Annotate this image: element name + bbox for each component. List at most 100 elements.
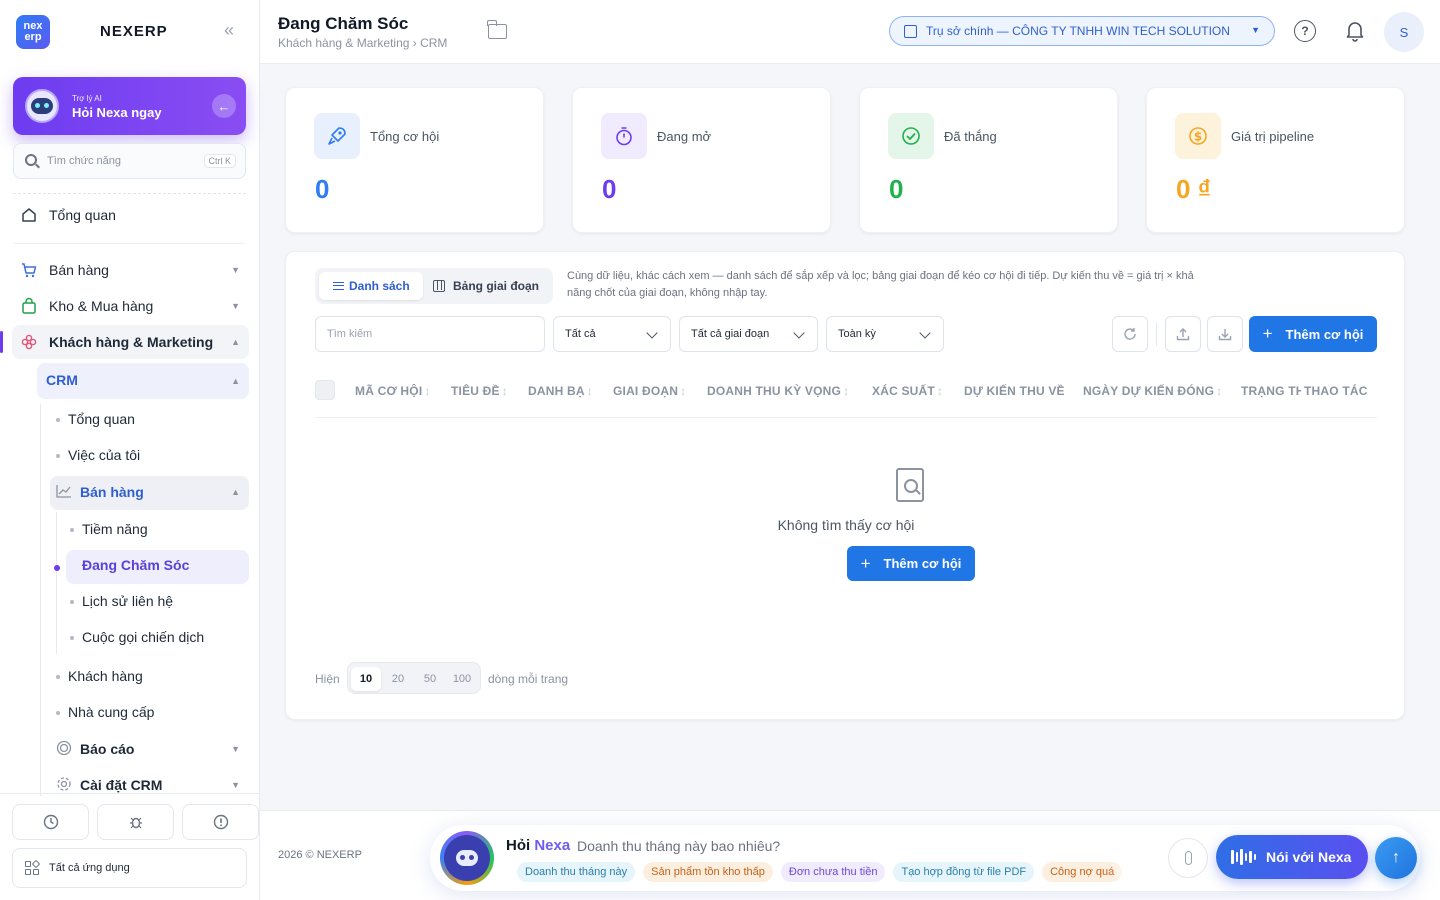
history-button[interactable] xyxy=(12,804,89,840)
arrow-left-icon[interactable]: ← xyxy=(212,94,236,118)
brand-name: NEXERP xyxy=(100,23,168,40)
column-header[interactable]: MÃ CƠ HỘI ↕ xyxy=(355,384,431,398)
search-placeholder: Tìm kiếm xyxy=(327,328,373,340)
sidebar-item-crm-settings[interactable]: Cài đặt CRM ▼ xyxy=(56,776,260,794)
add-opportunity-button[interactable]: + Thêm cơ hội xyxy=(1249,316,1377,352)
sidebar-item-suppliers[interactable]: Nhà cung cấp xyxy=(68,704,154,720)
column-header[interactable]: NGÀY DỰ KIẾN ĐÓNG ↕ xyxy=(1083,384,1222,398)
all-apps-button[interactable]: Tất cả ứng dụng xyxy=(12,848,247,888)
status-filter-select[interactable]: Tất cả xyxy=(553,316,671,352)
page-size-option[interactable]: 50 xyxy=(415,667,445,691)
column-header[interactable]: TIÊU ĐỀ ↕ xyxy=(451,384,508,398)
sidebar-item-reports[interactable]: Báo cáo ▼ xyxy=(56,740,260,758)
ai-assistant-label: Trợ lý AI xyxy=(72,94,102,103)
chevron-down-icon xyxy=(646,327,658,339)
page-size-option[interactable]: 100 xyxy=(447,667,477,691)
suggestion-chip[interactable]: Sản phẩm tồn kho thấp xyxy=(643,862,773,882)
attach-file-button[interactable] xyxy=(1168,838,1208,878)
column-header[interactable]: DOANH THU KỲ VỌNG ↕ xyxy=(707,384,849,398)
chips-fade xyxy=(1109,862,1149,884)
apps-grid-icon xyxy=(25,859,41,876)
stat-label: Đã thắng xyxy=(944,129,997,144)
sidebar-item-crm-overview[interactable]: Tổng quan xyxy=(68,411,135,427)
column-header[interactable]: GIAI ĐOẠN ↕ xyxy=(613,384,686,398)
report-issue-button[interactable] xyxy=(182,804,259,840)
suggestion-chip[interactable]: Doanh thu tháng này xyxy=(517,862,636,882)
voice-wave-icon xyxy=(1231,849,1256,865)
stat-card-won: Đã thắng 0 xyxy=(859,87,1118,233)
import-button[interactable] xyxy=(1165,316,1201,352)
talk-to-nexa-label: Nói với Nexa xyxy=(1266,849,1352,865)
column-header[interactable]: TRẠNG THÁI xyxy=(1241,384,1301,398)
company-selector[interactable]: Trụ sở chính — CÔNG TY TNHH WIN TECH SOL… xyxy=(889,16,1275,46)
sidebar-item-label: Bán hàng xyxy=(49,262,109,278)
chevron-down-icon: ▼ xyxy=(231,265,240,275)
suggestion-chips: Doanh thu tháng này Sản phẩm tồn kho thấp… xyxy=(517,862,1149,884)
function-search-input[interactable]: Tìm chức năng Ctrl K xyxy=(13,143,246,179)
help-icon[interactable]: ? xyxy=(1294,20,1316,42)
sidebar-item-prospects[interactable]: Tiềm năng xyxy=(82,521,148,537)
column-header: THAO TÁC xyxy=(1304,384,1368,398)
stage-filter-select[interactable]: Tất cả giai đoạn xyxy=(679,316,818,352)
refresh-button[interactable] xyxy=(1112,316,1148,352)
sidebar-item-label: Khách hàng & Marketing xyxy=(49,334,214,350)
suggestion-chip[interactable]: Đơn chưa thu tiền xyxy=(780,862,886,882)
tab-label: Danh sách xyxy=(349,279,410,293)
empty-add-opportunity-button[interactable]: + Thêm cơ hội xyxy=(847,546,975,581)
collapse-sidebar-icon[interactable]: « xyxy=(224,20,234,41)
sidebar-item-warehouse[interactable]: Kho & Mua hàng ▼ xyxy=(20,297,260,315)
sidebar-item-nurturing[interactable]: Đang Chăm Sóc xyxy=(82,557,189,573)
bullet xyxy=(70,528,74,532)
dollar-icon: $ xyxy=(1175,113,1221,159)
bag-icon xyxy=(20,297,38,315)
sidebar-item-crm-sales[interactable]: Bán hàng ▲ xyxy=(56,483,260,501)
suggestion-chip[interactable]: Tạo hợp đồng từ file PDF xyxy=(893,862,1035,882)
select-all-checkbox[interactable] xyxy=(315,380,335,400)
top-header: Đang Chăm Sóc Khách hàng & Marketing › C… xyxy=(260,0,1440,64)
sidebar-item-label: Báo cáo xyxy=(80,741,135,757)
nexerp-logo: nex erp xyxy=(16,15,50,49)
page-size-option[interactable]: 20 xyxy=(383,667,413,691)
stat-value: 0 xyxy=(602,174,617,204)
all-apps-label: Tất cả ứng dụng xyxy=(49,862,130,874)
stat-label: Đang mở xyxy=(657,129,712,144)
sidebar-item-contact-history[interactable]: Lịch sử liên hệ xyxy=(82,593,173,609)
bullet xyxy=(56,711,60,715)
talk-to-nexa-button[interactable]: Nói với Nexa xyxy=(1216,835,1368,879)
stat-value: 0 xyxy=(889,174,904,204)
debug-button[interactable] xyxy=(97,804,174,840)
sidebar-item-my-tasks[interactable]: Việc của tôi xyxy=(68,447,140,463)
rows-per-page-label: dòng mỗi trang xyxy=(488,672,569,686)
user-avatar[interactable]: S xyxy=(1384,12,1424,52)
chevron-down-icon: ▼ xyxy=(231,301,240,311)
folder-icon[interactable] xyxy=(487,20,507,39)
sidebar-item-campaign-calls[interactable]: Cuộc gọi chiến dịch xyxy=(82,629,204,645)
sidebar-item-crm[interactable]: CRM ▲ xyxy=(46,372,260,388)
column-header[interactable]: XÁC SUẤT ↕ xyxy=(872,384,943,398)
search-input[interactable]: Tìm kiếm xyxy=(315,316,545,352)
bullet xyxy=(56,675,60,679)
sidebar-item-label: Tổng quan xyxy=(49,207,116,223)
bullet xyxy=(56,454,60,458)
sidebar-item-overview[interactable]: Tổng quan xyxy=(20,206,116,224)
breadcrumb: Khách hàng & Marketing › CRM xyxy=(278,36,448,50)
page-size-selector: 10 20 50 100 xyxy=(347,662,481,694)
bell-icon[interactable] xyxy=(1345,20,1365,42)
sidebar-item-customers-marketing[interactable]: Khách hàng & Marketing ▲ xyxy=(20,333,260,351)
column-header[interactable]: DANH BẠ ↕ xyxy=(528,384,593,398)
tab-list-view[interactable]: Danh sách xyxy=(319,272,423,300)
ask-nexa-card[interactable]: Trợ lý AI Hỏi Nexa ngay ← xyxy=(13,77,246,135)
sidebar-item-customers[interactable]: Khách hàng xyxy=(68,668,143,684)
page-size-option[interactable]: 10 xyxy=(351,667,381,691)
send-arrow-icon[interactable]: ↑ xyxy=(1375,837,1417,879)
sidebar-item-sales[interactable]: Bán hàng ▼ xyxy=(20,261,260,279)
tab-board-view[interactable]: Bảng giai đoạn xyxy=(433,272,539,300)
stat-card-open: Đang mở 0 xyxy=(572,87,831,233)
nexa-robot-icon xyxy=(25,89,59,123)
chevron-down-icon xyxy=(919,327,931,339)
shortcut-badge: Ctrl K xyxy=(203,154,236,168)
nexa-prompt-input[interactable]: Doanh thu tháng này bao nhiêu? xyxy=(577,838,780,854)
stat-card-pipeline: $ Giá trị pipeline 0 ₫ xyxy=(1146,87,1405,233)
period-filter-select[interactable]: Toàn kỳ xyxy=(826,316,944,352)
export-button[interactable] xyxy=(1207,316,1243,352)
